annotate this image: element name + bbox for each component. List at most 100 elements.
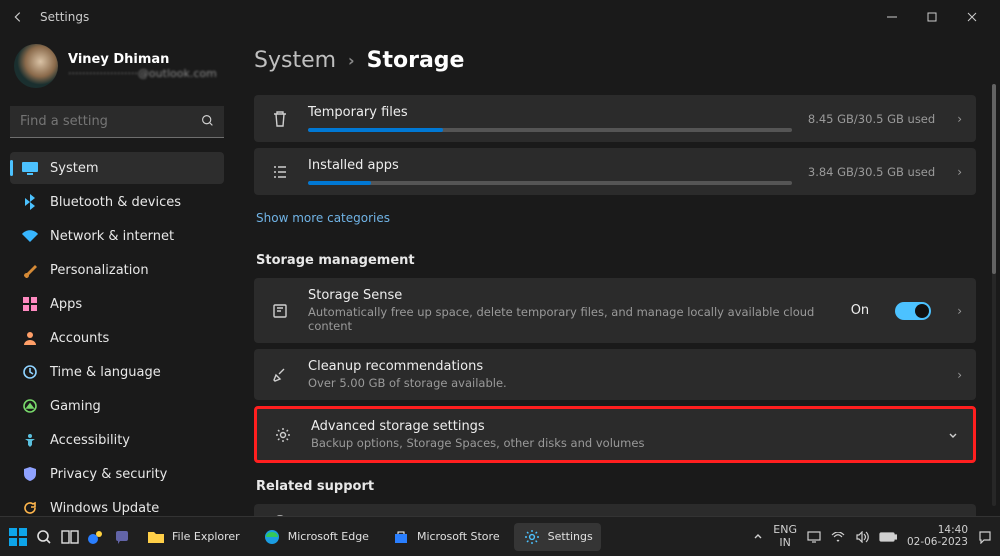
tray-volume-icon[interactable] <box>855 531 869 543</box>
installed-apps-row[interactable]: Installed apps 3.84 GB/30.5 GB used › <box>254 148 976 195</box>
task-view-icon[interactable] <box>60 527 80 547</box>
teams-icon[interactable] <box>112 527 132 547</box>
list-icon <box>268 163 292 181</box>
store-icon <box>391 527 411 547</box>
tray-wifi-icon[interactable] <box>831 532 845 542</box>
nav-label: Privacy & security <box>50 467 167 482</box>
nav-time[interactable]: Time & language <box>10 356 224 388</box>
titlebar: Settings <box>0 0 1000 34</box>
taskbar-edge[interactable]: Microsoft Edge <box>254 523 377 551</box>
chevron-right-icon: › <box>957 368 962 382</box>
nav-accessibility[interactable]: Accessibility <box>10 424 224 456</box>
sidebar: Viney Dhiman ····················@outloo… <box>0 34 234 516</box>
nav-personalization[interactable]: Personalization <box>10 254 224 286</box>
person-icon <box>22 330 38 346</box>
nav-label: Windows Update <box>50 501 159 516</box>
nav-list: System Bluetooth & devices Network & int… <box>10 152 224 524</box>
card-title: Cleanup recommendations <box>308 359 941 374</box>
nav-label: Accounts <box>50 331 109 346</box>
close-button[interactable] <box>952 3 992 31</box>
tray-monitor-icon[interactable] <box>807 531 821 543</box>
nav-apps[interactable]: Apps <box>10 288 224 320</box>
search-icon <box>201 114 214 127</box>
tray-lang2: IN <box>773 537 797 549</box>
advanced-storage-row[interactable]: Advanced storage settings Backup options… <box>254 406 976 463</box>
chevron-right-icon: › <box>957 304 962 318</box>
card-title: Advanced storage settings <box>311 419 931 434</box>
breadcrumb: System › Storage <box>254 48 976 73</box>
user-email: ····················@outlook.com <box>68 67 217 80</box>
widgets-icon[interactable] <box>86 527 106 547</box>
start-button[interactable] <box>8 527 28 547</box>
card-sub: Backup options, Storage Spaces, other di… <box>311 436 931 450</box>
tray-battery-icon[interactable] <box>879 532 897 542</box>
show-more-link[interactable]: Show more categories <box>256 211 390 225</box>
progress-bar <box>308 181 792 185</box>
taskbar-label: Microsoft Edge <box>288 530 369 543</box>
chevron-right-icon: › <box>957 165 962 179</box>
storage-sense-toggle[interactable] <box>895 302 931 320</box>
display-icon <box>22 160 38 176</box>
tray-time: 14:40 <box>907 525 968 537</box>
apps-icon <box>22 296 38 312</box>
nav-gaming[interactable]: Gaming <box>10 390 224 422</box>
nav-label: Accessibility <box>50 433 130 448</box>
avatar <box>14 44 58 88</box>
search-box[interactable] <box>10 106 224 138</box>
card-title: Temporary files <box>308 105 792 120</box>
help-storage-row[interactable]: Help with Storage <box>254 504 976 516</box>
section-heading-management: Storage management <box>256 253 976 268</box>
nav-label: Personalization <box>50 263 149 278</box>
nav-system[interactable]: System <box>10 152 224 184</box>
gear-icon <box>522 527 542 547</box>
nav-accounts[interactable]: Accounts <box>10 322 224 354</box>
profile-block[interactable]: Viney Dhiman ····················@outloo… <box>14 44 224 88</box>
maximize-button[interactable] <box>912 3 952 31</box>
nav-privacy[interactable]: Privacy & security <box>10 458 224 490</box>
section-heading-related: Related support <box>256 479 976 494</box>
folder-icon <box>146 527 166 547</box>
taskbar-file-explorer[interactable]: File Explorer <box>138 523 248 551</box>
card-sub: Over 5.00 GB of storage available. <box>308 376 941 390</box>
taskbar-settings[interactable]: Settings <box>514 523 601 551</box>
taskbar-search-icon[interactable] <box>34 527 54 547</box>
shield-icon <box>22 466 38 482</box>
clock-icon <box>22 364 38 380</box>
search-input[interactable] <box>10 106 224 138</box>
breadcrumb-parent[interactable]: System <box>254 48 336 73</box>
nav-bluetooth[interactable]: Bluetooth & devices <box>10 186 224 218</box>
chevron-right-icon: › <box>348 51 355 70</box>
nav-label: Time & language <box>50 365 161 380</box>
cleanup-row[interactable]: Cleanup recommendations Over 5.00 GB of … <box>254 349 976 400</box>
system-tray[interactable]: ENG IN 14:40 02-06-2023 <box>753 524 992 548</box>
nav-network[interactable]: Network & internet <box>10 220 224 252</box>
wifi-icon <box>22 228 38 244</box>
gaming-icon <box>22 398 38 414</box>
tray-chevron-icon[interactable] <box>753 532 763 542</box>
chevron-right-icon: › <box>957 112 962 126</box>
taskbar-store[interactable]: Microsoft Store <box>383 523 508 551</box>
tray-date: 02-06-2023 <box>907 537 968 549</box>
chevron-down-icon <box>947 429 959 441</box>
taskbar-label: File Explorer <box>172 530 240 543</box>
progress-bar <box>308 128 792 132</box>
temp-files-row[interactable]: Temporary files 8.45 GB/30.5 GB used › <box>254 95 976 142</box>
trash-icon <box>268 110 292 128</box>
brush-icon <box>22 262 38 278</box>
usage-text: 3.84 GB/30.5 GB used <box>808 165 935 179</box>
back-button[interactable] <box>8 7 28 27</box>
scrollbar[interactable] <box>992 84 996 506</box>
update-icon <box>22 500 38 516</box>
edge-icon <box>262 527 282 547</box>
minimize-button[interactable] <box>872 3 912 31</box>
tray-notification-icon[interactable] <box>978 530 992 544</box>
bluetooth-icon <box>22 194 38 210</box>
storage-sense-row[interactable]: Storage Sense Automatically free up spac… <box>254 278 976 343</box>
scrollbar-thumb[interactable] <box>992 84 996 274</box>
nav-label: Apps <box>50 297 82 312</box>
taskbar: File Explorer Microsoft Edge Microsoft S… <box>0 516 1000 556</box>
nav-label: Bluetooth & devices <box>50 195 181 210</box>
nav-label: Network & internet <box>50 229 174 244</box>
tray-lang1: ENG <box>773 524 797 536</box>
card-sub: Automatically free up space, delete temp… <box>308 305 835 333</box>
